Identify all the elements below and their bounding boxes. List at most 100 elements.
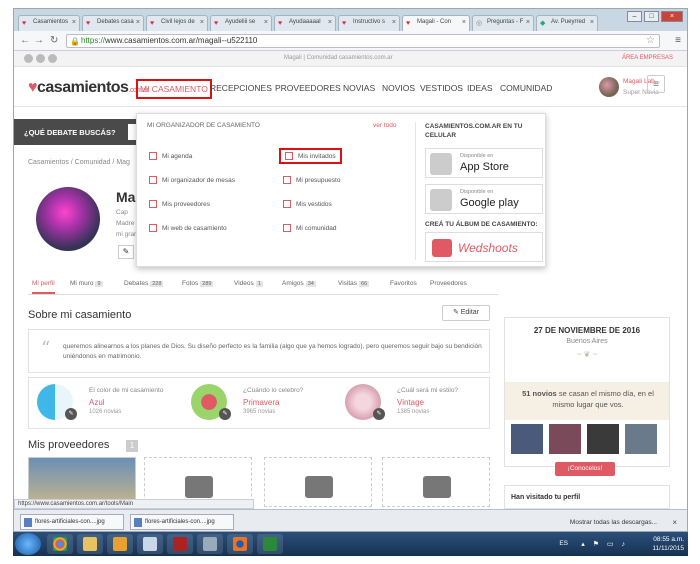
nav-comunidad[interactable]: COMUNIDAD xyxy=(500,83,552,93)
ver-todo-link[interactable]: ver todo xyxy=(373,122,397,129)
avatar[interactable] xyxy=(599,77,619,97)
profile-photo[interactable] xyxy=(36,187,100,251)
nav-recepciones[interactable]: RECEPCIONES xyxy=(210,83,272,93)
pencil-icon: ✎ xyxy=(452,309,461,316)
close-icon[interactable]: × xyxy=(72,19,76,26)
pencil-icon[interactable]: ✎ xyxy=(65,408,77,420)
edit-button[interactable]: ✎ Editar xyxy=(442,305,490,321)
tab-debates[interactable]: Debates 228 xyxy=(124,280,164,287)
pencil-icon[interactable]: ✎ xyxy=(373,408,385,420)
browser-tab[interactable]: ♥ Instructivo s × xyxy=(338,15,400,31)
tab-visitas[interactable]: Visitas 66 xyxy=(338,280,370,287)
close-icon[interactable]: × xyxy=(200,19,204,26)
twitter-icon[interactable] xyxy=(36,54,45,63)
taskbar-media[interactable] xyxy=(167,534,193,554)
pinterest-icon[interactable] xyxy=(48,54,57,63)
show-all-downloads-link[interactable]: Mostrar todas las descargas... xyxy=(570,519,657,526)
minimize-icon[interactable]: – xyxy=(627,11,642,22)
taskbar-paint[interactable] xyxy=(137,534,163,554)
browser-tab[interactable]: ♥ Civil lejos de × xyxy=(146,15,208,31)
tab-amigos[interactable]: Amigos 34 xyxy=(282,280,316,287)
nav-ideas[interactable]: IDEAS xyxy=(467,83,493,93)
area-empresas-link[interactable]: ÁREA EMPRESAS xyxy=(622,55,673,61)
pencil-icon[interactable]: ✎ xyxy=(219,408,231,420)
reload-icon[interactable]: ↻ xyxy=(50,35,58,46)
menu-item-vestidos[interactable]: Mis vestidos xyxy=(283,200,332,208)
app-store-badge[interactable]: Disponible en App Store xyxy=(425,148,543,178)
menu-item-agenda[interactable]: Mi agenda xyxy=(149,152,192,160)
close-icon[interactable]: × xyxy=(526,19,530,26)
folder-icon xyxy=(83,537,97,551)
tab-fotos[interactable]: Fotos 289 xyxy=(182,280,214,287)
menu-item-web[interactable]: Mi web de casamiento xyxy=(149,224,227,232)
taskbar-chrome[interactable] xyxy=(47,534,73,554)
menu-item-invitados[interactable]: Mis invitados xyxy=(279,148,342,164)
close-icon[interactable]: × xyxy=(462,19,466,26)
quote-icon: “ xyxy=(41,338,51,359)
google-play-badge[interactable]: Disponible en Google play xyxy=(425,184,543,214)
briefcase-icon xyxy=(305,476,333,498)
download-item[interactable]: flores-artificiales-con....jpg xyxy=(130,514,234,530)
browser-tab[interactable]: ◎ Preguntas - F × xyxy=(472,15,534,31)
browser-menu-icon[interactable]: ≡ xyxy=(675,35,681,46)
browser-tab-active[interactable]: ♥ Magali - Con × xyxy=(402,15,470,31)
nav-novias[interactable]: NOVIAS xyxy=(343,83,375,93)
nav-vestidos[interactable]: VESTIDOS xyxy=(420,83,463,93)
tab-videos[interactable]: Videos 1 xyxy=(234,280,263,287)
tab-mi-perfil[interactable]: Mi perfil xyxy=(32,280,55,294)
language-indicator[interactable]: ES xyxy=(559,540,568,547)
heart-icon: ♥ xyxy=(406,20,411,27)
taskbar-firefox[interactable] xyxy=(227,534,253,554)
menu-item-mesas[interactable]: Mi organizador de mesas xyxy=(149,176,235,184)
provider-slot[interactable] xyxy=(382,457,490,507)
start-button[interactable] xyxy=(15,533,41,555)
tab-proveedores[interactable]: Proveedores xyxy=(430,280,467,287)
paint-icon xyxy=(143,537,157,551)
close-icon[interactable]: × xyxy=(392,19,396,26)
couple-thumbnail[interactable] xyxy=(587,424,619,454)
menu-item-presupuesto[interactable]: Mi presupuesto xyxy=(283,176,340,184)
clock[interactable]: 08:55 a.m. 11/11/2015 xyxy=(652,535,684,553)
browser-tab[interactable]: ♥ Debates casa × xyxy=(82,15,144,31)
tray-icons[interactable]: ▴ ⚑ ▭ ♪ xyxy=(581,540,628,548)
taskbar-window[interactable] xyxy=(197,534,223,554)
browser-tab[interactable]: ♥ Casamientos × xyxy=(18,15,80,31)
taskbar-explorer[interactable] xyxy=(77,534,103,554)
wedshoots-banner[interactable]: Wedshoots xyxy=(425,232,543,262)
fact-style: ✎ ¿Cuál será mi estilo? Vintage 1385 nov… xyxy=(337,378,491,428)
browser-tab[interactable]: ♥ Ayudeliii se × xyxy=(210,15,272,31)
back-icon[interactable]: ← xyxy=(20,35,30,46)
close-window-icon[interactable]: × xyxy=(661,11,683,22)
windows-taskbar: ES ▴ ⚑ ▭ ♪ 08:55 a.m. 11/11/2015 xyxy=(13,532,688,556)
close-icon[interactable]: × xyxy=(328,19,332,26)
taskbar-excel[interactable] xyxy=(257,534,283,554)
nav-novios[interactable]: NOVIOS xyxy=(382,83,415,93)
close-icon[interactable]: × xyxy=(590,19,594,26)
nav-proveedores[interactable]: PROVEEDORES xyxy=(275,83,341,93)
star-icon[interactable]: ☆ xyxy=(646,35,655,47)
couple-thumbnail[interactable] xyxy=(511,424,543,454)
couple-thumbnail[interactable] xyxy=(625,424,657,454)
pencil-icon[interactable]: ✎ xyxy=(118,245,134,259)
facebook-icon[interactable] xyxy=(24,54,33,63)
browser-tab[interactable]: ◆ Av. Pueyrred × xyxy=(536,15,598,31)
close-icon[interactable]: × xyxy=(136,19,140,26)
browser-tab[interactable]: ♥ Ayudaaaaal × xyxy=(274,15,336,31)
download-item[interactable]: flores-artificiales-con....jpg xyxy=(20,514,124,530)
close-icon[interactable]: × xyxy=(672,518,677,527)
menu-item-proveedores[interactable]: Mis proveedores xyxy=(149,200,210,208)
menu-item-comunidad[interactable]: Mi comunidad xyxy=(283,224,336,232)
conocelos-button[interactable]: ¡Conocelos! xyxy=(555,462,615,476)
tab-mi-muro[interactable]: Mi muro 9 xyxy=(70,280,103,287)
couple-thumbnail[interactable] xyxy=(549,424,581,454)
forward-icon[interactable]: → xyxy=(34,35,44,46)
provider-slot[interactable] xyxy=(264,457,372,507)
url-field[interactable]: 🔒 https://www.casamientos.com.ar/magali-… xyxy=(66,34,660,48)
hamburger-icon[interactable]: ≡ xyxy=(647,75,665,93)
taskbar-outlook[interactable] xyxy=(107,534,133,554)
close-icon[interactable]: × xyxy=(264,19,268,26)
maximize-icon[interactable]: □ xyxy=(644,11,659,22)
tab-favoritos[interactable]: Favoritos xyxy=(390,280,417,287)
nav-mi-casamiento[interactable]: MI CASAMIENTO xyxy=(136,79,212,99)
site-logo[interactable]: ♥casamientos.com.ar xyxy=(28,79,149,97)
